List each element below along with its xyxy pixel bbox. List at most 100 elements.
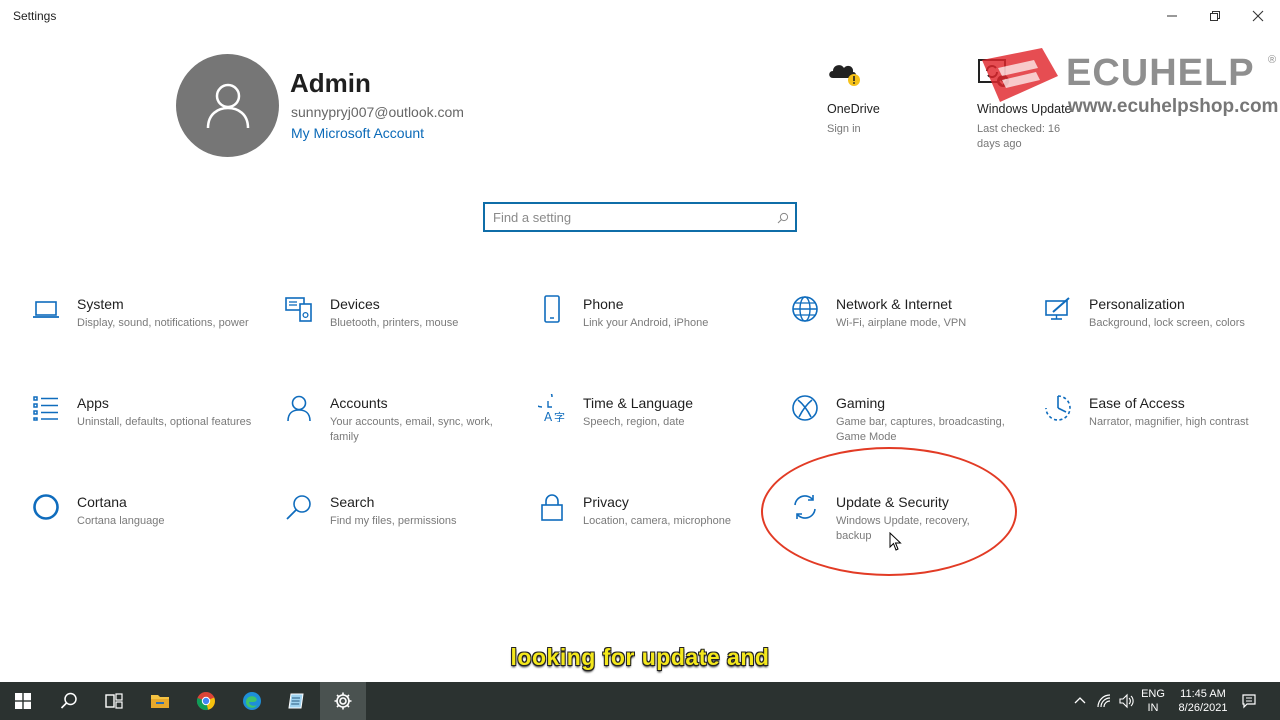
tile-subtitle: Speech, region, date <box>583 416 685 428</box>
account-email: sunnypryj007@outlook.com <box>291 104 464 120</box>
phone-icon <box>537 294 567 324</box>
taskbar-search-button[interactable] <box>46 682 92 720</box>
close-button[interactable] <box>1235 0 1280 32</box>
my-microsoft-account-link[interactable]: My Microsoft Account <box>291 125 424 141</box>
edge-button[interactable] <box>229 682 275 720</box>
onedrive-warning-icon <box>827 58 860 90</box>
clock-button[interactable]: 11:45 AM 8/26/2021 <box>1172 682 1234 720</box>
notification-icon <box>1242 694 1256 709</box>
volume-button[interactable] <box>1116 682 1136 720</box>
tile-title: Personalization <box>1089 296 1185 312</box>
tile-cortana[interactable]: Cortana Cortana language <box>31 492 261 552</box>
tile-subtitle: Cortana language <box>77 515 165 527</box>
windows-update-subtitle: Last checked: 16 days ago <box>977 123 1061 150</box>
tile-title: System <box>77 296 124 312</box>
avatar[interactable] <box>176 54 279 157</box>
minimize-button[interactable] <box>1149 0 1195 32</box>
tile-gaming[interactable]: Gaming Game bar, captures, broadcasting,… <box>790 393 1020 453</box>
tile-title: Time & Language <box>583 395 693 411</box>
tile-title: Ease of Access <box>1089 395 1185 411</box>
lock-icon <box>537 492 567 522</box>
mouse-cursor-icon <box>889 531 903 552</box>
tile-search[interactable]: Search Find my files, permissions <box>284 492 514 552</box>
file-explorer-icon <box>151 695 169 708</box>
account-name: Admin <box>290 68 371 98</box>
notepad-icon <box>288 693 304 709</box>
watermark-registered: ® <box>1268 54 1277 66</box>
notepad-button[interactable] <box>274 682 320 720</box>
chrome-icon <box>196 692 215 711</box>
tile-ease-of-access[interactable]: Ease of Access Narrator, magnifier, high… <box>1043 393 1273 453</box>
tile-privacy[interactable]: Privacy Location, camera, microphone <box>537 492 767 552</box>
input-language-button[interactable]: ENG IN <box>1138 682 1168 720</box>
task-view-icon <box>105 693 123 709</box>
tile-accounts[interactable]: Accounts Your accounts, email, sync, wor… <box>284 393 514 453</box>
show-hidden-icons-button[interactable] <box>1070 682 1090 720</box>
wifi-icon <box>1097 694 1111 708</box>
tile-subtitle: Game bar, captures, broadcasting, Game M… <box>836 416 1005 443</box>
edge-icon <box>243 692 261 710</box>
tile-system[interactable]: System Display, sound, notifications, po… <box>31 294 261 354</box>
tile-title: Privacy <box>583 494 629 510</box>
tile-title: Network & Internet <box>836 296 952 312</box>
start-button[interactable] <box>0 682 46 720</box>
tile-devices[interactable]: Devices Bluetooth, printers, mouse <box>284 294 514 354</box>
laptop-icon <box>31 294 61 324</box>
tile-title: Devices <box>330 296 380 312</box>
search-icon <box>284 492 314 522</box>
search-icon <box>60 692 77 709</box>
watermark-url: www.ecuhelpshop.com <box>1068 96 1279 117</box>
action-center-button[interactable] <box>1236 682 1262 720</box>
tile-subtitle: Location, camera, microphone <box>583 515 731 527</box>
time-language-icon: A字 <box>537 393 567 423</box>
onedrive-subtitle: Sign in <box>827 123 861 135</box>
apps-list-icon <box>31 393 61 423</box>
file-explorer-button[interactable] <box>137 682 183 720</box>
window-title: Settings <box>13 9 57 23</box>
chevron-up-icon <box>1074 697 1086 704</box>
highlight-circle <box>761 447 1017 576</box>
search-box-icon[interactable] <box>777 211 789 224</box>
tile-subtitle: Narrator, magnifier, high contrast <box>1089 416 1249 428</box>
cortana-icon <box>31 492 61 522</box>
personalization-icon <box>1043 294 1073 324</box>
search-input[interactable] <box>493 208 763 226</box>
language-code: ENG <box>1141 688 1165 700</box>
tile-subtitle: Uninstall, defaults, optional features <box>77 416 252 428</box>
volume-icon <box>1119 693 1134 709</box>
tile-phone[interactable]: Phone Link your Android, iPhone <box>537 294 767 354</box>
tile-subtitle: Link your Android, iPhone <box>583 317 709 329</box>
settings-taskbar-button[interactable] <box>320 682 366 720</box>
find-setting-search[interactable] <box>483 202 797 232</box>
person-icon <box>284 393 314 423</box>
tile-subtitle: Background, lock screen, colors <box>1089 317 1245 329</box>
onedrive-title: OneDrive <box>827 102 880 116</box>
tile-title: Search <box>330 494 375 510</box>
clock-date: 8/26/2021 <box>1178 702 1228 714</box>
network-button[interactable] <box>1094 682 1114 720</box>
user-avatar-icon <box>206 83 249 128</box>
tile-apps[interactable]: Apps Uninstall, defaults, optional featu… <box>31 393 261 453</box>
svg-text:字: 字 <box>554 410 565 422</box>
tile-subtitle: Bluetooth, printers, mouse <box>330 317 459 329</box>
ease-of-access-icon <box>1043 393 1073 423</box>
watermark-brand: ECUHELP <box>1066 52 1255 94</box>
chrome-button[interactable] <box>183 682 229 720</box>
title-bar: Settings <box>0 0 1280 32</box>
tile-network-internet[interactable]: Network & Internet Wi-Fi, airplane mode,… <box>790 294 1020 354</box>
svg-text:A: A <box>544 410 553 422</box>
devices-icon <box>284 294 314 324</box>
globe-icon <box>790 294 820 324</box>
maximize-button[interactable] <box>1192 0 1238 32</box>
task-view-button[interactable] <box>91 682 137 720</box>
region-code: IN <box>1147 702 1159 714</box>
onedrive-status[interactable]: OneDrive Sign in <box>827 58 937 137</box>
video-caption: looking for update and <box>510 644 770 670</box>
tile-title: Accounts <box>330 395 388 411</box>
tile-subtitle: Display, sound, notifications, power <box>77 317 249 329</box>
tile-personalization[interactable]: Personalization Background, lock screen,… <box>1043 294 1273 354</box>
tile-time-language[interactable]: A字 Time & Language Speech, region, date <box>537 393 767 453</box>
tile-title: Cortana <box>77 494 127 510</box>
ecuhelp-logo-icon <box>978 46 1060 106</box>
start-icon <box>15 693 31 709</box>
